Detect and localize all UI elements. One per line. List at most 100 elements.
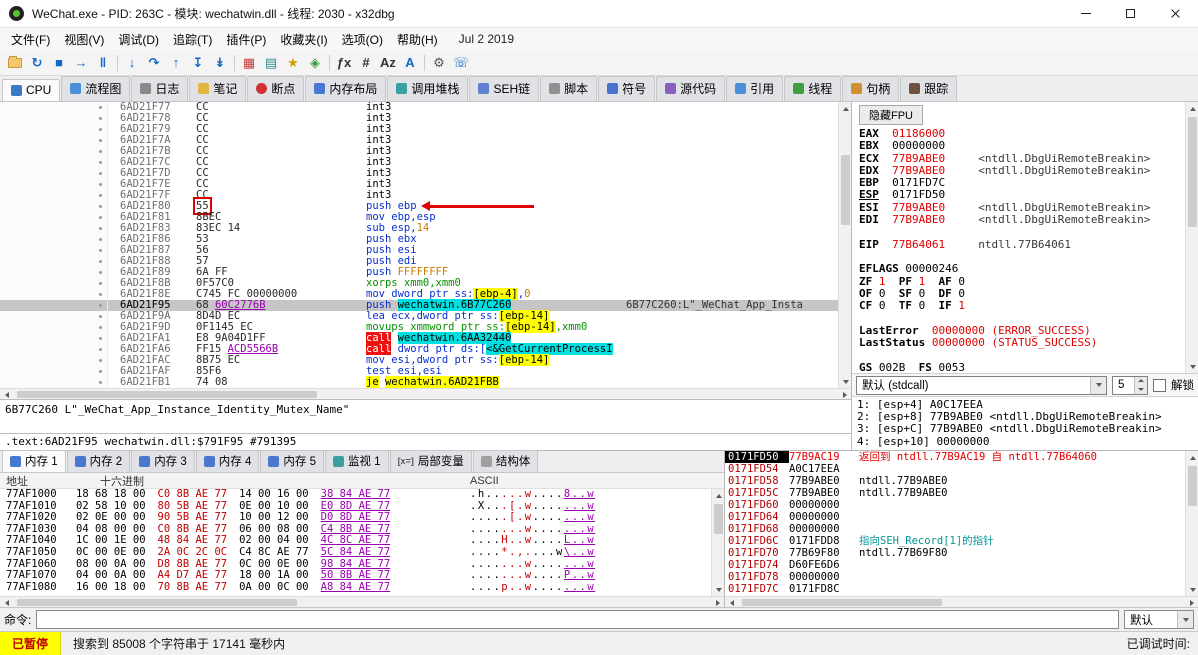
command-input[interactable] bbox=[36, 610, 1119, 629]
stack-row[interactable]: 0171FD50 77B9AC19 返回到 ntdll.77B9AC19 自 ntd… bbox=[725, 451, 1185, 463]
dump-row[interactable]: 77AF1000 18 68 18 00 C0 8B AE 77 14 00 16 0… bbox=[0, 489, 711, 501]
tab-threads[interactable]: 线程 bbox=[784, 76, 842, 101]
dump-scroll-track[interactable] bbox=[712, 502, 724, 583]
stack-row[interactable]: 0171FD78 00000000 bbox=[725, 571, 1185, 583]
dump-scrollbar[interactable] bbox=[711, 489, 724, 596]
register-line[interactable]: EIP 77B64061 ntdll.77B64061 bbox=[859, 238, 1185, 251]
breakpoint-gutter[interactable] bbox=[0, 201, 108, 212]
stepper-up-icon[interactable] bbox=[1135, 376, 1147, 385]
breakpoint-gutter[interactable] bbox=[0, 300, 108, 311]
stack-hscroll-track[interactable] bbox=[738, 597, 1185, 607]
stack-scroll-thumb[interactable] bbox=[1188, 466, 1197, 506]
command-combo[interactable]: 默认 bbox=[1124, 610, 1194, 629]
breakpoint-gutter[interactable] bbox=[0, 234, 108, 245]
stack-row[interactable]: 0171FD70 77B69F80 ntdll.77B69F80 bbox=[725, 547, 1185, 559]
favourites-icon[interactable]: ★ bbox=[282, 52, 304, 73]
stack-row[interactable]: 0171FD5C 77B9ABE0 ntdll.77B9ABE0 bbox=[725, 487, 1185, 499]
dump-scroll-thumb[interactable] bbox=[714, 504, 723, 534]
breakpoint-gutter[interactable] bbox=[0, 366, 108, 377]
run-icon[interactable]: → bbox=[70, 52, 92, 73]
tab-locals[interactable]: [x=] 局部变量 bbox=[389, 450, 472, 472]
help-phone-icon[interactable]: ☏ bbox=[450, 52, 472, 73]
script-icon[interactable]: ▤ bbox=[260, 52, 282, 73]
tab-dump-3[interactable]: 内存 3 bbox=[131, 450, 195, 472]
breakpoint-gutter[interactable] bbox=[0, 146, 108, 157]
string-search-icon[interactable]: Az bbox=[377, 52, 399, 73]
stack-row[interactable]: 0171FD58 77B9ABE0 ntdll.77B9ABE0 bbox=[725, 475, 1185, 487]
register-line[interactable]: CF 0 TF 0 IF 1 bbox=[859, 300, 1185, 312]
tab-memory-map[interactable]: 内存布局 bbox=[305, 76, 387, 101]
tab-seh-chain[interactable]: SEH链 bbox=[469, 76, 540, 101]
disasm-hscrollbar[interactable] bbox=[0, 388, 851, 399]
tab-script[interactable]: 脚本 bbox=[540, 76, 598, 101]
hide-fpu-button[interactable]: 隐藏FPU bbox=[859, 105, 923, 125]
dump-row[interactable]: 77AF1050 0C 00 0E 00 2A 0C 2C 0C C4 8C AE 7… bbox=[0, 546, 711, 559]
registers-list[interactable]: 隐藏FPU EAX 01186000 EBX 00000000 ECX 77B9AB… bbox=[852, 102, 1185, 373]
title-bar[interactable]: WeChat.exe - PID: 263C - 模块: wechatwin.d… bbox=[0, 0, 1198, 28]
argument-depth-stepper[interactable]: 5 bbox=[1112, 375, 1148, 395]
disasm-scroll-thumb[interactable] bbox=[841, 155, 850, 225]
breakpoint-gutter[interactable] bbox=[0, 157, 108, 168]
stack-scrollbar[interactable] bbox=[1185, 451, 1198, 596]
tab-call-stack[interactable]: 调用堆栈 bbox=[387, 76, 469, 101]
tab-dump-1[interactable]: 内存 1 bbox=[2, 450, 66, 472]
chevron-down-icon[interactable] bbox=[1090, 376, 1106, 394]
scroll-down-icon[interactable] bbox=[1186, 583, 1198, 596]
breakpoint-gutter[interactable] bbox=[0, 278, 108, 289]
breakpoint-gutter[interactable] bbox=[0, 135, 108, 146]
registers-scrollbar[interactable] bbox=[1185, 102, 1198, 373]
tab-watch-1[interactable]: 监视 1 bbox=[324, 450, 389, 472]
stop-icon[interactable]: ■ bbox=[48, 52, 70, 73]
scroll-up-icon[interactable] bbox=[839, 102, 852, 115]
scroll-down-icon[interactable] bbox=[839, 375, 852, 388]
tab-cpu[interactable]: CPU bbox=[2, 79, 61, 101]
registers-scroll-track[interactable] bbox=[1186, 115, 1198, 360]
disasm-hscroll-thumb[interactable] bbox=[17, 391, 317, 398]
argument-line[interactable]: 4: [esp+10] 00000000 bbox=[857, 435, 1193, 448]
breakpoint-gutter[interactable] bbox=[0, 102, 108, 113]
breakpoint-gutter[interactable] bbox=[0, 322, 108, 333]
tab-source[interactable]: 源代码 bbox=[656, 76, 726, 101]
dump-hscroll-track[interactable] bbox=[13, 597, 711, 607]
stack-row[interactable]: 0171FD74 D60FE6D6 bbox=[725, 559, 1185, 571]
scroll-down-icon[interactable] bbox=[712, 583, 724, 596]
menu-item-5[interactable]: 收藏夹(I) bbox=[273, 29, 334, 50]
stepper-down-icon[interactable] bbox=[1135, 385, 1147, 394]
disasm-scroll-track[interactable] bbox=[839, 115, 851, 375]
registers-scroll-thumb[interactable] bbox=[1188, 117, 1197, 227]
stack-row[interactable]: 0171FD60 00000000 bbox=[725, 499, 1185, 511]
tab-references[interactable]: 引用 bbox=[726, 76, 784, 101]
tab-notes[interactable]: 笔记 bbox=[189, 76, 247, 101]
breakpoint-gutter[interactable] bbox=[0, 267, 108, 278]
maximize-button[interactable] bbox=[1108, 0, 1153, 27]
menu-item-6[interactable]: 选项(O) bbox=[335, 29, 390, 50]
register-line[interactable]: GS 002B FS 0053 bbox=[859, 361, 1185, 373]
menu-item-0[interactable]: 文件(F) bbox=[4, 29, 57, 50]
menu-item-2[interactable]: 调试(D) bbox=[111, 29, 166, 50]
scroll-up-icon[interactable] bbox=[712, 489, 724, 502]
stack-row[interactable]: 0171FD54 A0C17EEA bbox=[725, 463, 1185, 475]
step-out-icon[interactable]: ↑ bbox=[165, 52, 187, 73]
patches-icon[interactable]: ▦ bbox=[238, 52, 260, 73]
calling-convention-select[interactable]: 默认 (stdcall) bbox=[856, 375, 1107, 395]
stack-row[interactable]: 0171FD7C 0171FD8C bbox=[725, 583, 1185, 595]
stack-hscroll-thumb[interactable] bbox=[742, 599, 942, 606]
menu-item-7[interactable]: 帮助(H) bbox=[390, 29, 445, 50]
dump-hscrollbar[interactable] bbox=[0, 596, 724, 607]
scroll-down-icon[interactable] bbox=[1186, 360, 1198, 373]
disassembly-view[interactable]: 6AD21F77 CC int3 6AD21F78 CC int3 6AD21F79 CC in… bbox=[0, 102, 851, 388]
dump-rows[interactable]: 77AF1000 18 68 18 00 C0 8B AE 77 14 00 16 0… bbox=[0, 489, 711, 596]
breakpoint-gutter[interactable] bbox=[0, 333, 108, 344]
step-over-icon[interactable]: ↷ bbox=[143, 52, 165, 73]
register-line[interactable]: EDI 77B9ABE0 <ntdll.DbgUiRemoteBreakin> bbox=[859, 213, 1185, 226]
breakpoint-gutter[interactable] bbox=[0, 223, 108, 234]
tab-graph[interactable]: 流程图 bbox=[61, 76, 131, 101]
register-line[interactable]: LastStatus 00000000 (STATUS_SUCCESS) bbox=[859, 336, 1185, 349]
graph-icon[interactable]: ◈ bbox=[304, 52, 326, 73]
run-to-cursor-icon[interactable]: ↧ bbox=[187, 52, 209, 73]
restart-icon[interactable]: ↻ bbox=[26, 52, 48, 73]
disasm-row[interactable]: 6AD21FB1 74 08 je wechatwin.6AD21FBB bbox=[0, 376, 838, 388]
tab-dump-4[interactable]: 内存 4 bbox=[195, 450, 260, 472]
disasm-hscroll-track[interactable] bbox=[13, 389, 838, 399]
tab-symbols[interactable]: 符号 bbox=[598, 76, 656, 101]
